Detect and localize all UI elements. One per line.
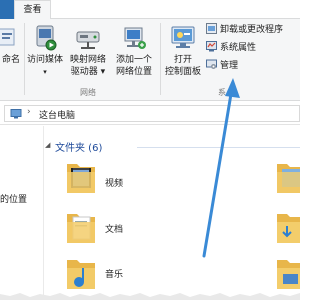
rename-icon [0, 28, 15, 46]
folder-videos-label: 视频 [105, 179, 124, 189]
folder-pictures-partial[interactable] [275, 158, 300, 199]
collapse-chevron-icon[interactable]: ◢ [45, 141, 50, 149]
uninstall-icon [206, 23, 217, 34]
tab-view[interactable]: 查看 [14, 0, 51, 19]
folder-videos[interactable] [65, 158, 97, 199]
address-bar: › 这台电脑 [0, 102, 300, 125]
pictures-folder-icon [277, 164, 300, 193]
tab-file[interactable] [0, 0, 14, 19]
ribbon-separator [24, 23, 25, 95]
dropdown-arrow-icon: ▾ [43, 68, 47, 76]
system-properties-icon [206, 41, 217, 52]
uninstall-label: 卸载或更改程序 [220, 25, 284, 35]
add-location-label-2: 网络位置 [115, 67, 152, 77]
control-panel-icon [171, 26, 195, 48]
folder-downloads-partial[interactable] [275, 208, 300, 249]
ribbon-tab-bar: 查看 [0, 0, 300, 19]
access-media-button[interactable]: 访问媒体 ▾ [26, 23, 64, 78]
downloads-folder-icon [277, 214, 300, 243]
open-cp-label-1: 打开 [173, 55, 192, 65]
documents-folder-icon [67, 214, 95, 243]
folder-music-label: 音乐 [105, 270, 124, 280]
folder-music[interactable] [65, 254, 97, 295]
map-drive-label-2: 驱动器 ▾ [70, 67, 106, 77]
music-folder-icon [67, 260, 95, 289]
network-drive-icon [76, 31, 100, 49]
manage-button[interactable]: 管理 [206, 59, 238, 73]
rename-label: 命名 [1, 55, 20, 65]
add-network-location-button[interactable]: 添加一个 网络位置 [112, 23, 156, 78]
torn-edge [0, 293, 300, 300]
uninstall-programs-button[interactable]: 卸载或更改程序 [206, 23, 283, 37]
navigation-pane: 的位置 [0, 126, 44, 300]
address-box[interactable]: › 这台电脑 [4, 105, 300, 122]
computer-icon [10, 109, 22, 119]
ribbon-separator [160, 23, 161, 95]
folder-desktop-partial[interactable] [275, 254, 300, 295]
breadcrumb-chevron-icon[interactable]: › [27, 107, 31, 117]
system-group-label: 系 [218, 88, 226, 97]
map-network-drive-button[interactable]: 映射网络 驱动器 ▾ [66, 23, 110, 78]
open-control-panel-button[interactable]: 打开 控制面板 [162, 23, 204, 78]
rename-button[interactable]: 命名 [0, 23, 22, 66]
media-computer-icon [36, 25, 57, 51]
video-folder-icon [67, 164, 95, 193]
open-cp-label-2: 控制面板 [164, 67, 201, 77]
nav-item-network-locations[interactable]: 的位置 [0, 192, 27, 205]
system-properties-label: 系统属性 [220, 43, 257, 53]
manage-label: 管理 [220, 61, 239, 71]
file-list: ◢ 文件夹 (6) 视频 文档 音乐 [45, 126, 300, 300]
folder-documents-label: 文档 [105, 225, 124, 235]
add-location-label-1: 添加一个 [115, 55, 152, 65]
breadcrumb-this-pc[interactable]: 这台电脑 [39, 108, 75, 121]
add-network-location-icon [124, 27, 146, 49]
folder-documents[interactable] [65, 208, 97, 249]
system-properties-button[interactable]: 系统属性 [206, 41, 256, 55]
ribbon: 命名 访问媒体 ▾ 映射网络 驱动器 ▾ 添加一个 网络位置 网络 打开 控制面… [0, 19, 300, 101]
network-group-label: 网络 [80, 88, 96, 97]
desktop-folder-icon [277, 260, 300, 289]
group-divider [137, 147, 300, 148]
access-media-label: 访问媒体 [26, 55, 63, 65]
map-drive-label-1: 映射网络 [69, 55, 106, 65]
manage-icon [206, 59, 217, 69]
folders-group-header[interactable]: 文件夹 (6) [55, 139, 102, 154]
